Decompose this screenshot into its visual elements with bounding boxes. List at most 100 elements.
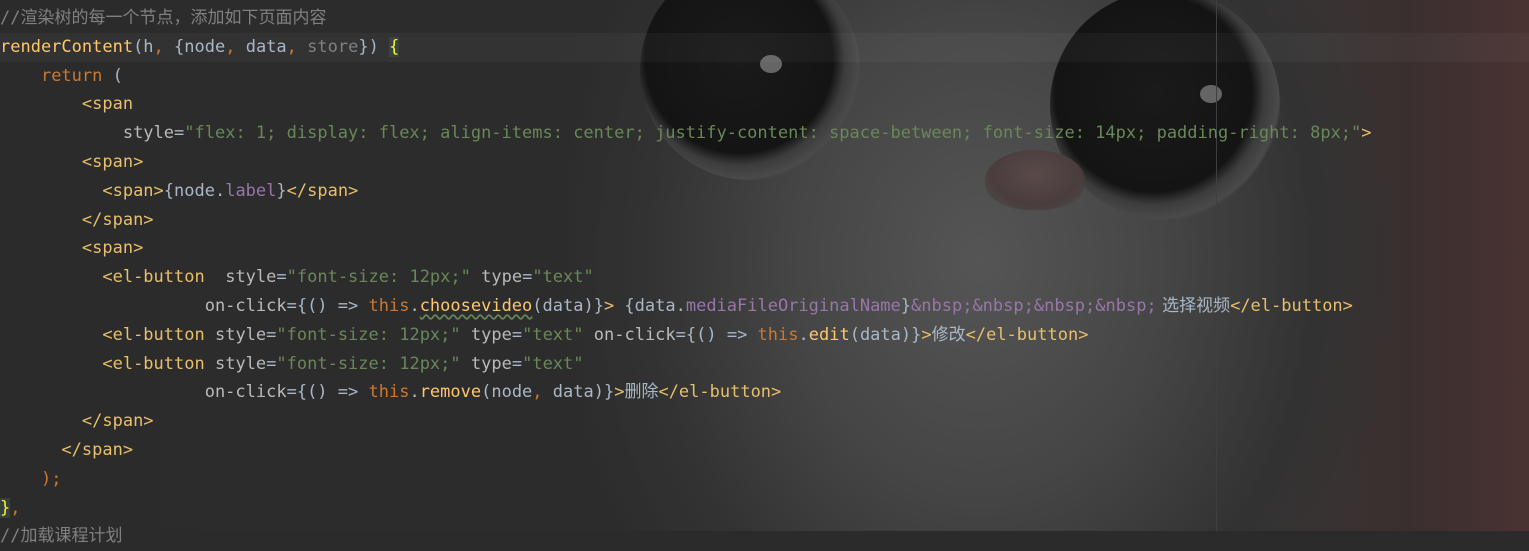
code-token: = — [511, 324, 523, 345]
code-line[interactable]: style="flex: 1; display: flex; align-ite… — [0, 119, 1529, 148]
code-token: 修改 — [931, 324, 966, 345]
code-token: style — [214, 324, 267, 345]
code-token: , — [532, 382, 553, 403]
code-token: label — [225, 180, 277, 201]
code-token: <el-button — [102, 324, 205, 345]
code-token: </span> — [61, 439, 134, 460]
code-line[interactable]: //渲染树的每一个节点，添加如下页面内容 — [0, 4, 1529, 33]
code-token: { — [389, 36, 400, 57]
code-line[interactable]: <el-button style="font-size: 12px;" type… — [0, 350, 1529, 379]
code-line[interactable]: <span>{node.label}</span> — [0, 177, 1529, 206]
code-token: = — [266, 353, 277, 374]
code-line[interactable]: on-click={() => this.choosevideo(data)}>… — [0, 292, 1529, 321]
code-token: <el-button — [102, 353, 205, 374]
code-token: this — [368, 382, 410, 403]
code-line[interactable]: on-click={() => this.remove(node, data)}… — [0, 378, 1529, 407]
code-line[interactable]: <span — [0, 90, 1529, 119]
code-token: this — [368, 295, 410, 316]
code-token: ={() => — [675, 324, 758, 345]
code-token: , — [225, 36, 246, 57]
code-token: on-click — [593, 324, 676, 345]
code-token: &nbsp;&nbsp;&nbsp;&nbsp; — [911, 295, 1157, 316]
code-token: (h — [133, 36, 154, 57]
code-token: , — [10, 497, 21, 518]
code-line[interactable]: ); — [0, 465, 1529, 494]
code-token: choosevideo — [419, 295, 533, 316]
code-token: 选择视频 — [1156, 295, 1231, 316]
code-line[interactable]: </span> — [0, 206, 1529, 235]
code-token: store — [307, 36, 359, 57]
code-line[interactable]: <span> — [0, 234, 1529, 263]
code-token: ={() => — [286, 382, 369, 403]
code-token: "flex: 1; display: flex; align-items: ce… — [184, 123, 1362, 144]
code-token: //渲染树的每一个节点，添加如下页面内容 — [0, 8, 327, 28]
code-token: {node. — [163, 180, 226, 201]
code-line[interactable]: return ( — [0, 62, 1529, 91]
code-line[interactable]: </span> — [0, 407, 1529, 436]
code-token: = — [522, 267, 533, 288]
code-token: } — [900, 295, 912, 316]
code-token: = — [511, 353, 523, 374]
code-token: </span> — [81, 209, 154, 230]
code-token: //加载课程计划 — [0, 526, 123, 547]
code-token: . — [409, 382, 420, 403]
code-token: <span> — [81, 238, 144, 259]
code-token: </el-button> — [658, 382, 782, 403]
code-token: renderContent — [0, 36, 134, 57]
code-token: > — [614, 382, 625, 403]
code-token: return — [40, 65, 103, 86]
code-line[interactable]: renderContent(h, {node, data, store}) { — [0, 33, 1529, 62]
code-token: </span> — [286, 180, 359, 201]
code-token: type — [470, 353, 512, 374]
code-token: (data)} — [532, 295, 604, 316]
code-token: style — [225, 267, 277, 288]
code-token: type — [481, 267, 523, 288]
code-token: . — [798, 324, 809, 345]
code-line[interactable]: <span> — [0, 148, 1529, 177]
code-token: } — [0, 497, 11, 518]
code-line[interactable]: <el-button style="font-size: 12px;" type… — [0, 321, 1529, 350]
code-token: </span> — [81, 411, 154, 432]
code-line[interactable]: </span> — [0, 436, 1529, 465]
code-token: this — [757, 324, 799, 345]
code-token: {node — [174, 36, 226, 57]
code-token: "font-size: 12px;" — [276, 353, 461, 374]
code-token: > — [1361, 123, 1372, 144]
code-token: on-click — [204, 382, 287, 403]
code-token: <span — [81, 94, 134, 115]
code-token: "text" — [522, 353, 584, 374]
code-token: } — [276, 180, 287, 201]
code-line[interactable]: }, — [0, 494, 1529, 523]
code-token: ={() => — [286, 295, 369, 316]
code-token: "font-size: 12px;" — [286, 267, 471, 288]
code-line[interactable]: //加载课程计划 — [0, 522, 1529, 551]
code-line[interactable]: <el-button style = "font-size: 12px;" type… — [0, 263, 1529, 292]
code-token: . — [409, 295, 420, 316]
code-editor[interactable]: //渲染树的每一个节点，添加如下页面内容 renderContent(h, {no… — [0, 4, 1529, 551]
code-token: on-click — [204, 295, 287, 316]
code-token: <el-button — [102, 267, 205, 288]
code-token: remove — [419, 382, 482, 403]
code-token: (node — [481, 382, 533, 403]
code-token: ( — [102, 65, 123, 86]
code-token: ); — [40, 468, 62, 489]
code-token: "font-size: 12px;" — [276, 324, 461, 345]
